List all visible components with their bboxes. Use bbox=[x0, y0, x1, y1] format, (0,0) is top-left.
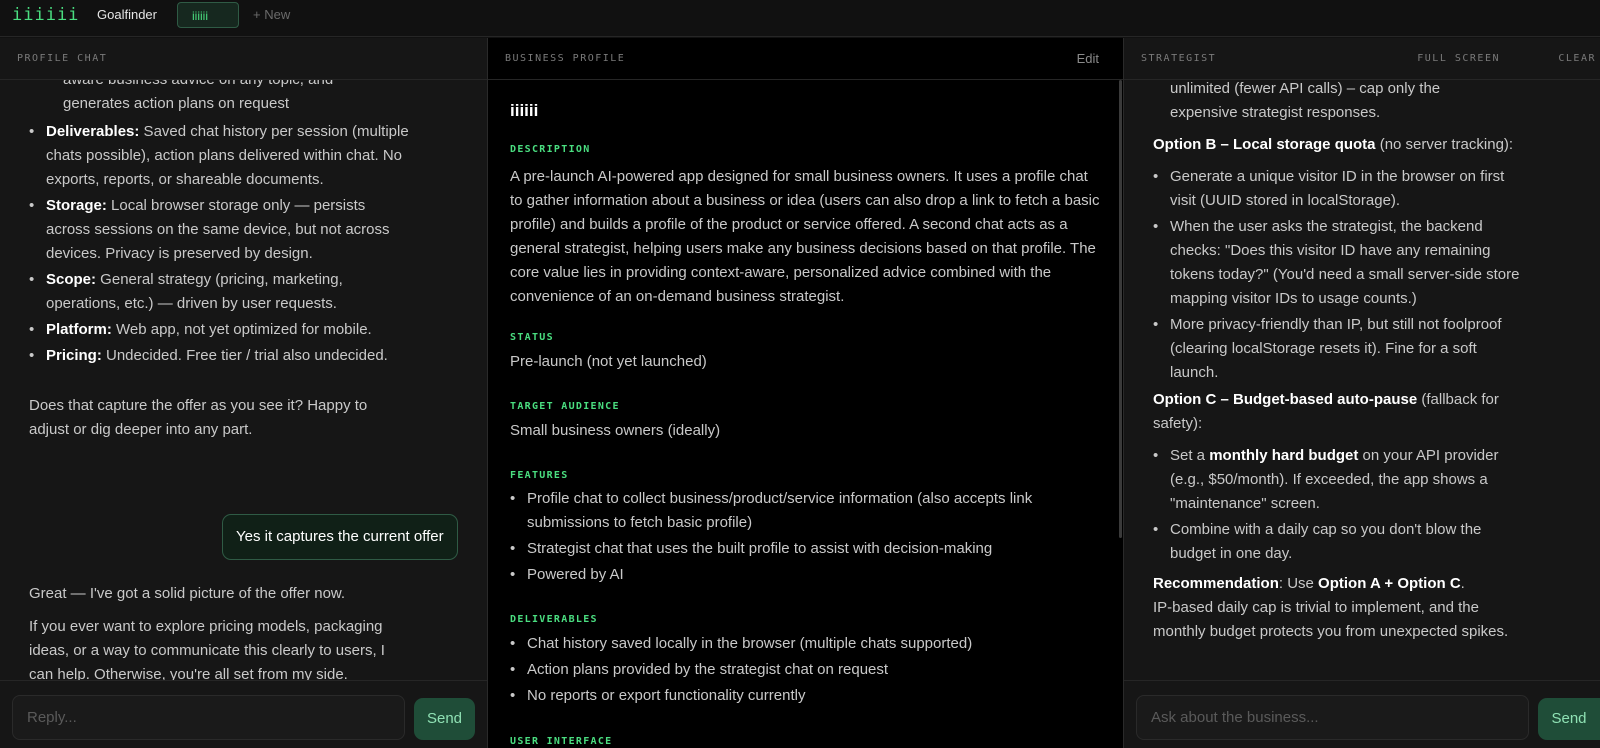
full-screen-button[interactable]: FULL SCREEN bbox=[1417, 53, 1500, 64]
business-profile-header: BUSINESS PROFILE Edit bbox=[488, 38, 1123, 80]
target-audience-text: Small business owners (ideally) bbox=[510, 422, 721, 439]
panel-title: PROFILE CHAT bbox=[17, 53, 108, 64]
list-item: Generate a unique visitor ID in the brow… bbox=[1153, 165, 1528, 213]
assistant-reply: Great — I've got a solid picture of the … bbox=[29, 585, 346, 602]
edit-button[interactable]: Edit bbox=[1077, 51, 1099, 66]
strategist-panel: STRATEGIST FULL SCREEN CLEAR unlimited (… bbox=[1124, 38, 1600, 748]
user-message-bubble: Yes it captures the current offer bbox=[222, 514, 458, 560]
top-bar: iiiiii Goalfinder iiiiii + New bbox=[0, 0, 1600, 37]
section-label-target-audience: TARGET AUDIENCE bbox=[510, 401, 620, 412]
list-item-key: Deliverables: bbox=[46, 123, 140, 140]
option-b-list: Generate a unique visitor ID in the brow… bbox=[1153, 165, 1528, 385]
list-item: No reports or export functionality curre… bbox=[510, 684, 1100, 708]
list-item-text: Undecided. Free tier / trial also undeci… bbox=[101, 347, 388, 364]
text-part: Set a bbox=[1170, 447, 1210, 464]
assistant-message-fragment: unlimited (fewer API calls) – cap only t… bbox=[1170, 80, 1510, 125]
tab-goalfinder[interactable]: Goalfinder bbox=[97, 2, 157, 28]
text-part: : Use bbox=[1278, 575, 1319, 592]
section-label-deliverables: DELIVERABLES bbox=[510, 614, 598, 625]
fragment-line: aware business advice on any topic, and bbox=[63, 80, 403, 92]
description-text: A pre-launch AI-powered app designed for… bbox=[510, 168, 1100, 305]
reply-input[interactable]: Reply... bbox=[12, 695, 405, 740]
list-item: Scope: General strategy (pricing, market… bbox=[29, 268, 409, 316]
recommendation: Recommendation: Use Option A + Option C.… bbox=[1153, 572, 1523, 644]
list-item-text: Web app, not yet optimized for mobile. bbox=[111, 321, 372, 338]
list-item-key: Pricing: bbox=[46, 347, 102, 364]
list-item-key: Scope: bbox=[46, 271, 97, 288]
list-item-key: Storage: bbox=[46, 197, 107, 214]
strategist-messages[interactable]: unlimited (fewer API calls) – cap only t… bbox=[1124, 80, 1600, 680]
profile-chat-header: PROFILE CHAT bbox=[0, 38, 487, 80]
section-label-description: DESCRIPTION bbox=[510, 144, 591, 155]
section-label-features: FEATURES bbox=[510, 470, 569, 481]
option-c-list: Set a monthly hard budget on your API pr… bbox=[1153, 444, 1513, 566]
profile-chat-messages[interactable]: aware business advice on any topic, and … bbox=[0, 80, 487, 680]
list-item: Set a monthly hard budget on your API pr… bbox=[1153, 444, 1513, 516]
list-item: Chat history saved locally in the browse… bbox=[510, 632, 1100, 656]
business-profile-panel: BUSINESS PROFILE Edit iiiiii DESCRIPTION… bbox=[488, 38, 1123, 748]
list-item: Pricing: Undecided. Free tier / trial al… bbox=[29, 344, 409, 368]
list-item: Strategist chat that uses the built prof… bbox=[510, 537, 1100, 561]
strategist-header: STRATEGIST FULL SCREEN CLEAR bbox=[1124, 38, 1600, 80]
status-text: Pre-launch (not yet launched) bbox=[510, 353, 707, 370]
clear-button[interactable]: CLEAR bbox=[1558, 53, 1596, 64]
profile-scrollbar[interactable] bbox=[1119, 80, 1122, 538]
section-label-user-interface: USER INTERFACE bbox=[510, 736, 613, 747]
app-logo[interactable]: iiiiii bbox=[12, 5, 79, 25]
assistant-reply: If you ever want to explore pricing mode… bbox=[29, 618, 385, 680]
profile-chat-panel: PROFILE CHAT aware business advice on an… bbox=[0, 38, 487, 748]
strategist-composer: Ask about the business... Send bbox=[1124, 680, 1600, 748]
list-item: Storage: Local browser storage only — pe… bbox=[29, 194, 409, 266]
list-item: Profile chat to collect business/product… bbox=[510, 487, 1100, 535]
list-item: Platform: Web app, not yet optimized for… bbox=[29, 318, 409, 342]
new-tab-button[interactable]: + New bbox=[253, 2, 290, 28]
option-b-heading: Option B – Local storage quota (no serve… bbox=[1153, 133, 1533, 157]
list-item: Action plans provided by the strategist … bbox=[510, 658, 1100, 682]
section-label-status: STATUS bbox=[510, 332, 554, 343]
text-part: . bbox=[1460, 575, 1465, 592]
text-part-bold: Option A + Option C bbox=[1318, 575, 1461, 592]
list-item: Combine with a daily cap so you don't bl… bbox=[1153, 518, 1513, 566]
fragment-line: unlimited (fewer API calls) – cap only t… bbox=[1170, 80, 1441, 97]
option-title: Option C – Budget-based auto-pause bbox=[1153, 391, 1418, 408]
option-title: Option B – Local storage quota bbox=[1153, 136, 1376, 153]
profile-chat-composer: Reply... Send bbox=[0, 680, 487, 748]
offer-summary-list: Deliverables: Saved chat history per ses… bbox=[29, 120, 409, 368]
text-part-bold: monthly hard budget bbox=[1209, 447, 1359, 464]
list-item: Deliverables: Saved chat history per ses… bbox=[29, 120, 409, 192]
recommendation-label: Recommendation bbox=[1153, 575, 1279, 592]
fragment-line: generates action plans on request bbox=[63, 95, 289, 112]
send-button[interactable]: Send bbox=[1538, 698, 1600, 740]
tab-iiiiii[interactable]: iiiiii bbox=[177, 2, 239, 28]
fragment-line: expensive strategist responses. bbox=[1170, 104, 1381, 121]
option-note: (no server tracking): bbox=[1375, 136, 1514, 153]
list-item: Powered by AI bbox=[510, 563, 1100, 587]
send-button[interactable]: Send bbox=[414, 698, 475, 740]
business-name: iiiiii bbox=[510, 101, 539, 120]
assistant-message-fragment: aware business advice on any topic, and … bbox=[63, 80, 403, 116]
recommendation-text: IP-based daily cap is trivial to impleme… bbox=[1153, 599, 1509, 640]
panel-title: STRATEGIST bbox=[1141, 53, 1217, 64]
deliverables-list: Chat history saved locally in the browse… bbox=[510, 632, 1100, 708]
ask-input[interactable]: Ask about the business... bbox=[1136, 695, 1529, 740]
business-profile-content[interactable]: iiiiii DESCRIPTION A pre-launch AI-power… bbox=[488, 80, 1123, 748]
list-item: More privacy-friendly than IP, but still… bbox=[1153, 313, 1528, 385]
features-list: Profile chat to collect business/product… bbox=[510, 487, 1100, 587]
assistant-question: Does that capture the offer as you see i… bbox=[29, 397, 368, 438]
option-c-heading: Option C – Budget-based auto-pause (fall… bbox=[1153, 388, 1513, 436]
list-item: When the user asks the strategist, the b… bbox=[1153, 215, 1528, 311]
panel-title: BUSINESS PROFILE bbox=[505, 53, 626, 64]
list-item-key: Platform: bbox=[46, 321, 112, 338]
